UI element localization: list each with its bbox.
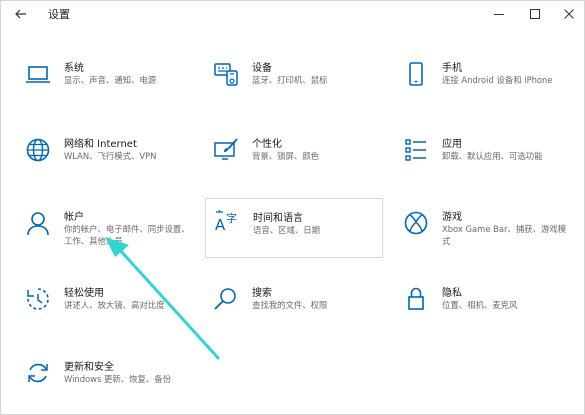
tile-system[interactable]: 系统 显示、声音、通知、电源 [19,57,197,115]
maximize-icon [530,9,540,19]
ease-of-access-icon [25,286,51,312]
settings-window: 设置 系统 显示、声音、通知、电源 设备 蓝牙、打印机、鼠标 手机 连接 And… [0,0,585,415]
tile-description: WLAN、飞行模式、VPN [64,151,157,161]
tile-title: 更新和安全 [64,362,114,373]
tile-search[interactable]: 搜索 查找我的文件、权限 [207,282,385,340]
tile-title: 游戏 [442,212,462,223]
brush-icon [213,137,239,163]
arrow-left-icon [15,9,26,19]
tile-title: 网络和 Internet [64,139,137,150]
lock-icon [403,286,429,312]
tile-description: 位置、相机、麦克风 [442,300,518,310]
tile-description: Xbox Game Bar、捕获、游戏模式 [442,224,567,246]
tile-description: 讲述人、放大镜、高对比度 [64,300,165,310]
close-icon [564,9,574,19]
minimize-icon [494,14,504,15]
tile-description: 卸载、默认应用、可选功能 [442,151,543,161]
xbox-icon [403,210,429,236]
tile-title: 系统 [64,63,84,74]
minimize-button[interactable] [489,5,509,23]
tile-title: 应用 [442,139,462,150]
tile-description: 你的帐户、电子邮件、同步设置、工作、其他人员 [64,224,190,246]
tile-personalization[interactable]: 个性化 背景、锁屏、颜色 [207,133,385,191]
person-icon [25,210,51,236]
tile-gaming[interactable]: 游戏 Xbox Game Bar、捕获、游戏模式 [397,206,575,264]
phone-icon [403,61,429,87]
back-button[interactable] [11,5,31,23]
tile-time-language[interactable]: A字 时间和语言 语音、区域、日期 [205,198,383,258]
tile-network-internet[interactable]: 网络和 Internet WLAN、飞行模式、VPN [19,133,197,191]
close-button[interactable] [559,5,579,23]
tile-description: 查找我的文件、权限 [252,300,328,310]
tile-description: 显示、声音、通知、电源 [64,75,157,85]
tile-ease-of-access[interactable]: 轻松使用 讲述人、放大镜、高对比度 [19,282,197,340]
keyboard-device-icon [213,61,239,87]
tile-privacy[interactable]: 隐私 位置、相机、麦克风 [397,282,575,340]
refresh-icon [25,360,51,386]
maximize-button[interactable] [525,5,545,23]
time-language-icon: A字 [214,208,240,234]
tile-title: 隐私 [442,288,462,299]
tile-description: 蓝牙、打印机、鼠标 [252,75,328,85]
tile-title: 手机 [442,63,462,74]
tile-title: 时间和语言 [253,213,303,224]
tile-title: 个性化 [252,139,282,150]
tile-accounts[interactable]: 帐户 你的帐户、电子邮件、同步设置、工作、其他人员 [19,206,197,264]
tile-description: 背景、锁屏、颜色 [252,151,319,161]
globe-icon [25,137,51,163]
svg-text:A: A [215,216,226,234]
tile-title: 设备 [252,63,272,74]
laptop-icon [25,61,51,87]
title-bar: 设置 [1,1,584,27]
tile-update-security[interactable]: 更新和安全 Windows 更新、恢复、备份 [19,356,197,414]
search-icon [213,286,239,312]
tile-apps[interactable]: 应用 卸载、默认应用、可选功能 [397,133,575,191]
window-title: 设置 [48,8,70,21]
tile-devices[interactable]: 设备 蓝牙、打印机、鼠标 [207,57,385,115]
tile-title: 搜索 [252,288,272,299]
tile-description: Windows 更新、恢复、备份 [64,374,172,384]
tile-title: 帐户 [64,212,84,223]
tile-phone[interactable]: 手机 连接 Android 设备和 iPhone [397,57,575,115]
apps-list-icon [403,137,429,163]
tile-description: 连接 Android 设备和 iPhone [442,75,553,85]
tile-title: 轻松使用 [64,288,104,299]
svg-text:字: 字 [226,211,237,225]
tile-description: 语音、区域、日期 [253,225,320,235]
